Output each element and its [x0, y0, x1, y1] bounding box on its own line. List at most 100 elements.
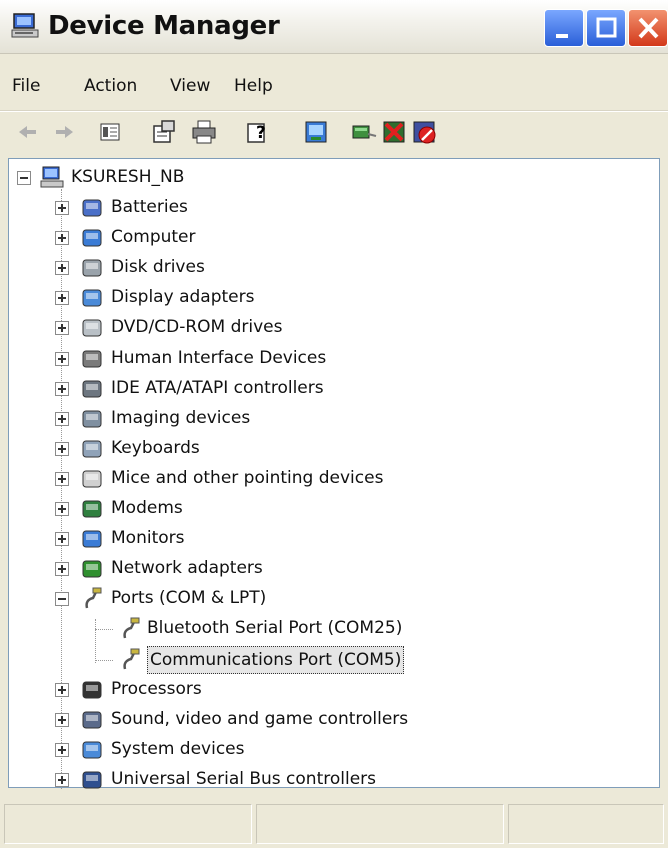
computer-icon — [40, 166, 64, 188]
expand-toggle[interactable] — [55, 471, 69, 486]
maximize-icon — [596, 17, 617, 38]
device-tree[interactable]: KSURESH_NB Batteries Computer Disk drives D… — [8, 158, 660, 789]
collapse-toggle[interactable] — [17, 171, 31, 185]
tree-root-node[interactable]: KSURESH_NB — [9, 163, 409, 193]
collapse-toggle[interactable] — [55, 592, 69, 607]
maximize-button[interactable] — [586, 9, 626, 47]
toolbar: ? — [0, 114, 668, 152]
category-label: Keyboards — [111, 437, 200, 458]
update-driver-button[interactable] — [350, 118, 378, 146]
expand-toggle[interactable] — [55, 321, 69, 336]
tree-category-node[interactable]: Computer — [9, 223, 569, 253]
category-label: Modems — [111, 498, 183, 518]
properties-button[interactable] — [150, 118, 178, 146]
status-panel-2 — [256, 804, 504, 844]
tree-category-node[interactable]: Imaging devices — [9, 404, 569, 434]
hid-icon — [82, 350, 102, 367]
sound-icon — [82, 711, 102, 729]
category-label: Universal Serial Bus controllers — [111, 768, 377, 789]
back-icon — [19, 126, 36, 138]
expand-toggle[interactable] — [55, 411, 69, 426]
tree-category-node[interactable]: Keyboards — [9, 434, 569, 464]
tree-category-node[interactable]: Batteries — [9, 193, 569, 223]
tree-device-node[interactable]: Bluetooth Serial Port (COM25) — [9, 614, 569, 644]
menu-view[interactable]: View — [170, 76, 210, 96]
tree-device-node-selected[interactable]: Communications Port (COM5) — [9, 645, 569, 675]
expand-toggle[interactable] — [55, 381, 69, 396]
expand-toggle[interactable] — [55, 772, 69, 787]
category-label: Imaging devices — [111, 407, 251, 428]
tree-category-node[interactable]: Display adapters — [9, 283, 569, 313]
properties-icon — [153, 120, 175, 143]
close-button[interactable] — [628, 9, 668, 47]
category-label: Ports (COM & LPT) — [111, 588, 267, 609]
title-bar[interactable]: Device Manager — [0, 0, 668, 54]
category-label: Batteries — [111, 197, 188, 217]
tree-category-node[interactable]: System devices — [9, 735, 569, 765]
expand-toggle[interactable] — [55, 682, 69, 697]
tree-category-node[interactable]: Universal Serial Bus controllers — [9, 765, 569, 795]
expand-toggle[interactable] — [55, 201, 69, 215]
minimize-icon — [556, 34, 568, 38]
port-icon — [123, 648, 140, 669]
window-title: Device Manager — [48, 11, 280, 41]
menu-file[interactable]: File — [12, 76, 40, 96]
category-label: Sound, video and game controllers — [111, 708, 409, 729]
disable-icon — [413, 121, 436, 144]
menu-action[interactable]: Action — [84, 76, 137, 96]
menu-help[interactable]: Help — [234, 76, 273, 96]
scan-hardware-icon — [305, 121, 327, 143]
expand-toggle[interactable] — [55, 231, 69, 246]
status-panel-3 — [508, 804, 664, 844]
expand-toggle[interactable] — [55, 261, 69, 276]
category-label: Network adapters — [111, 558, 263, 579]
scan-hardware-button[interactable] — [302, 118, 330, 146]
expand-toggle[interactable] — [55, 351, 69, 366]
expand-toggle[interactable] — [55, 291, 69, 306]
category-label: IDE ATA/ATAPI controllers — [111, 377, 324, 398]
mouse-icon — [82, 470, 102, 488]
minimize-button[interactable] — [544, 9, 584, 47]
tree-category-node[interactable]: DVD/CD-ROM drives — [9, 313, 569, 343]
ide-controller-icon — [82, 380, 102, 398]
tree-category-node[interactable]: Ports (COM & LPT) — [9, 584, 569, 614]
help-button[interactable]: ? — [244, 118, 272, 146]
processor-icon — [82, 681, 102, 699]
tree-category-node[interactable]: Monitors — [9, 524, 569, 554]
print-button[interactable] — [190, 118, 218, 146]
disable-button[interactable] — [410, 118, 438, 146]
tree-category-node[interactable]: Disk drives — [9, 253, 569, 283]
tree-category-node[interactable]: Mice and other pointing devices — [9, 464, 569, 494]
tree-category-node[interactable]: Human Interface Devices — [9, 344, 569, 374]
forward-icon — [56, 126, 73, 138]
category-label: Processors — [111, 678, 202, 699]
status-panel-1 — [4, 804, 252, 844]
expand-toggle[interactable] — [55, 742, 69, 757]
back-button[interactable] — [14, 118, 42, 146]
show-hide-tree-button[interactable] — [96, 118, 124, 146]
computer-icon — [11, 13, 39, 38]
tree-category-node[interactable]: Network adapters — [9, 554, 569, 584]
uninstall-button[interactable] — [380, 118, 408, 146]
forward-button[interactable] — [50, 118, 78, 146]
tree-category-node[interactable]: Processors — [9, 675, 569, 705]
expand-toggle[interactable] — [55, 532, 69, 547]
update-driver-icon — [352, 125, 377, 139]
root-label: KSURESH_NB — [71, 167, 185, 187]
battery-icon — [82, 199, 102, 217]
category-label: DVD/CD-ROM drives — [111, 317, 283, 338]
show-hide-tree-icon — [100, 123, 120, 141]
expand-toggle[interactable] — [55, 441, 69, 456]
menu-bar: File Action View Help — [0, 68, 668, 102]
expand-toggle[interactable] — [55, 712, 69, 727]
dvd-drive-icon — [82, 319, 102, 337]
menu-separator — [0, 110, 668, 112]
network-adapter-icon — [82, 560, 102, 578]
tree-category-node[interactable]: Sound, video and game controllers — [9, 705, 569, 735]
tree-category-node[interactable]: IDE ATA/ATAPI controllers — [9, 374, 569, 404]
expand-toggle[interactable] — [55, 562, 69, 577]
category-label: Monitors — [111, 528, 185, 549]
status-bar — [0, 798, 668, 848]
tree-category-node[interactable]: Modems — [9, 494, 569, 524]
expand-toggle[interactable] — [55, 502, 69, 516]
